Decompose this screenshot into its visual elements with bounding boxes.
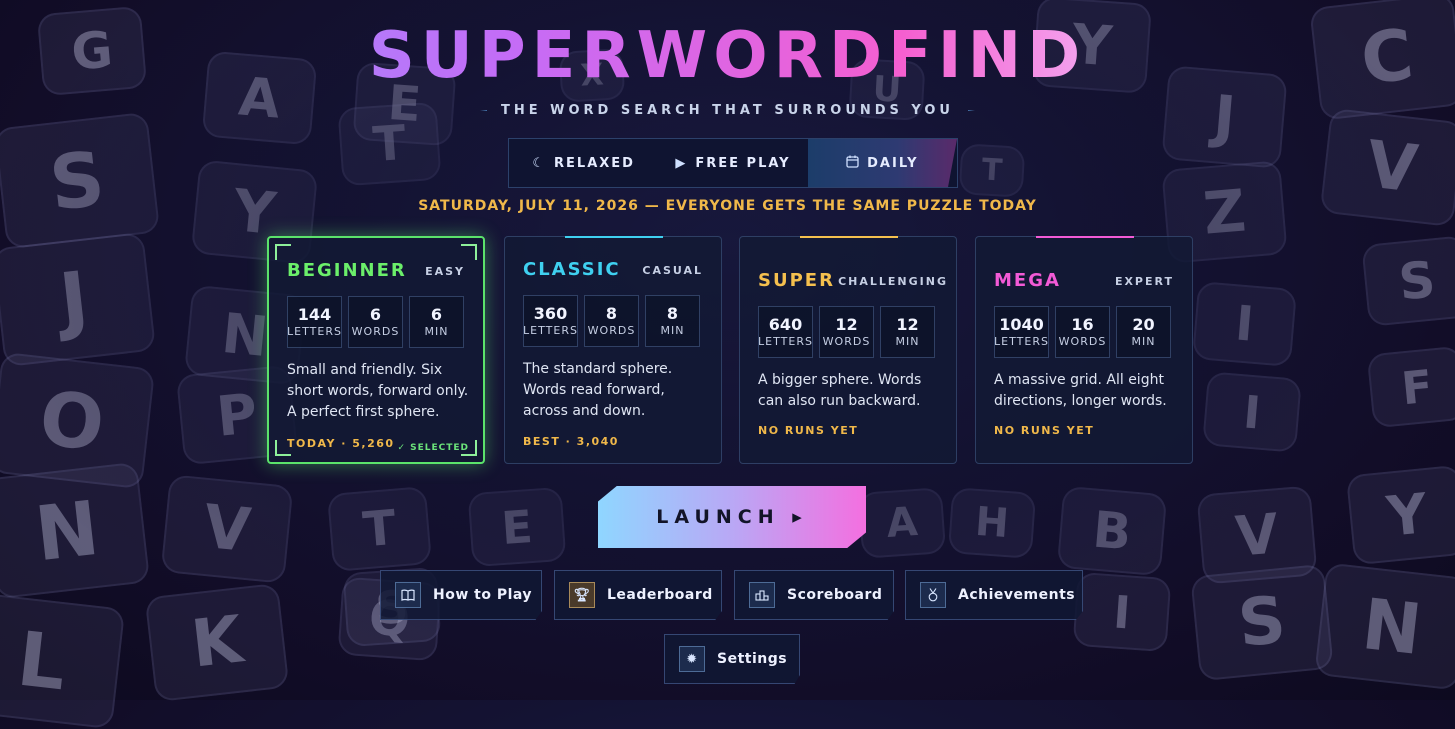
difficulty-description: A bigger sphere. Words can also run back… — [758, 372, 922, 409]
stat-letters: 144 LETTERS — [287, 296, 342, 348]
stat-words: 8 WORDS — [584, 295, 639, 347]
difficulty-tag: CHALLENGING — [838, 275, 948, 288]
medal-icon — [920, 582, 946, 608]
difficulty-stats: 144 LETTERS 6 WORDS 6 MIN — [287, 296, 464, 348]
stat-label: WORDS — [822, 335, 871, 348]
difficulty-description: A massive grid. All eight directions, lo… — [994, 372, 1167, 409]
difficulty-tag: EXPERT — [1114, 275, 1174, 288]
mode-tab-free-play[interactable]: ▶ FREE PLAY — [658, 139, 807, 187]
subtitle-row: THE WORD SEARCH THAT SURROUNDS YOU — [480, 98, 975, 122]
stat-value: 144 — [297, 305, 332, 324]
difficulty-tag: EASY — [425, 265, 465, 278]
scoreboard-button[interactable]: Scoreboard — [734, 570, 894, 620]
mode-tab-daily[interactable]: DAILY — [807, 139, 957, 187]
stat-label: LETTERS — [523, 324, 578, 337]
stat-label: WORDS — [1058, 335, 1107, 348]
difficulty-card-beginner[interactable]: BEGINNER EASY 144 LETTERS 6 WORDS 6 MIN Sma… — [267, 236, 485, 464]
difficulty-tag: CASUAL — [642, 264, 703, 277]
stat-minutes: 6 MIN — [409, 296, 464, 348]
stat-words: 12 WORDS — [819, 306, 874, 358]
difficulty-name: BEGINNER — [287, 260, 407, 281]
daily-date-line: SATURDAY, JULY 11, 2026 — EVERYONE GETS … — [418, 198, 1037, 214]
stat-value: 12 — [896, 315, 919, 334]
stat-value: 12 — [835, 315, 858, 334]
how-to-play-button[interactable]: How to Play — [380, 570, 542, 620]
difficulty-score: TODAY · 5,260 — [287, 437, 395, 450]
stat-letters: 1040 LETTERS — [994, 306, 1049, 358]
card-accent-bar — [565, 236, 663, 238]
subtitle: THE WORD SEARCH THAT SURROUNDS YOU — [501, 102, 954, 118]
stat-words: 16 WORDS — [1055, 306, 1110, 358]
stat-value: 6 — [369, 305, 382, 324]
mode-tab-label: FREE PLAY — [695, 155, 791, 171]
stat-label: LETTERS — [994, 335, 1049, 348]
subtitle-divider-left — [480, 109, 487, 111]
difficulty-card-super[interactable]: SUPER CHALLENGING 640 LETTERS 12 WORDS 12 M… — [739, 236, 957, 464]
corner-bracket — [275, 244, 291, 260]
card-accent-bar — [800, 236, 898, 238]
nav-label: How to Play — [433, 587, 533, 603]
difficulty-score: NO RUNS YET — [758, 424, 859, 437]
mode-tab-relaxed[interactable]: ☾ RELAXED — [509, 139, 658, 187]
difficulty-score: NO RUNS YET — [994, 424, 1095, 437]
launch-button[interactable]: LAUNCH ▸ — [598, 486, 866, 548]
difficulty-score: BEST · 3,040 — [523, 435, 619, 448]
mode-selector: ☾ RELAXED ▶ FREE PLAY DAILY — [508, 138, 958, 188]
stat-label: WORDS — [587, 324, 636, 337]
stat-label: LETTERS — [758, 335, 813, 348]
mode-tab-label: DAILY — [867, 155, 919, 171]
stat-label: MIN — [424, 325, 449, 338]
trophy-icon: 🏆︎ — [569, 582, 595, 608]
leaderboard-button[interactable]: 🏆︎ Leaderboard — [554, 570, 722, 620]
card-accent-bar — [1036, 236, 1134, 238]
subtitle-divider-right — [968, 109, 975, 111]
difficulty-card-mega[interactable]: MEGA EXPERT 1040 LETTERS 16 WORDS 20 MIN A … — [975, 236, 1193, 464]
settings-button[interactable]: ✹ Settings — [664, 634, 800, 684]
nav-label: Leaderboard — [607, 587, 713, 603]
stat-value: 8 — [666, 304, 679, 323]
stat-value: 16 — [1071, 315, 1094, 334]
difficulty-description: Small and friendly. Six short words, for… — [287, 362, 469, 420]
game-title: SUPERWORDFIND — [0, 18, 1455, 94]
stat-value: 8 — [605, 304, 618, 323]
stat-value: 640 — [768, 315, 803, 334]
stat-label: WORDS — [351, 325, 400, 338]
difficulty-name: MEGA — [994, 270, 1061, 291]
difficulty-stats: 1040 LETTERS 16 WORDS 20 MIN — [994, 306, 1171, 358]
stat-value: 6 — [430, 305, 443, 324]
moon-icon: ☾ — [532, 155, 547, 171]
difficulty-stats: 360 LETTERS 8 WORDS 8 MIN — [523, 295, 700, 347]
calendar-icon — [846, 155, 859, 172]
stat-label: LETTERS — [287, 325, 342, 338]
book-icon — [395, 582, 421, 608]
difficulty-name: CLASSIC — [523, 259, 621, 280]
stat-letters: 640 LETTERS — [758, 306, 813, 358]
gear-icon: ✹ — [679, 646, 705, 672]
stat-minutes: 20 MIN — [1116, 306, 1171, 358]
stat-label: MIN — [895, 335, 920, 348]
nav-label: Settings — [717, 651, 788, 667]
achievements-button[interactable]: Achievements — [905, 570, 1083, 620]
stat-label: MIN — [660, 324, 685, 337]
stat-label: MIN — [1131, 335, 1156, 348]
difficulty-name: SUPER — [758, 270, 835, 291]
podium-icon — [749, 582, 775, 608]
mode-tab-label: RELAXED — [554, 155, 635, 171]
stat-value: 360 — [533, 304, 568, 323]
corner-bracket — [461, 244, 477, 260]
play-icon: ▶ — [675, 155, 688, 171]
difficulty-stats: 640 LETTERS 12 WORDS 12 MIN — [758, 306, 935, 358]
stat-minutes: 8 MIN — [645, 295, 700, 347]
difficulty-card-classic[interactable]: CLASSIC CASUAL 360 LETTERS 8 WORDS 8 MIN Th… — [504, 236, 722, 464]
difficulty-description: The standard sphere. Words read forward,… — [523, 361, 673, 419]
stat-minutes: 12 MIN — [880, 306, 935, 358]
nav-label: Scoreboard — [787, 587, 883, 603]
selected-badge: ✓ SELECTED — [397, 443, 469, 453]
stat-value: 20 — [1132, 315, 1155, 334]
stat-letters: 360 LETTERS — [523, 295, 578, 347]
nav-label: Achievements — [958, 587, 1076, 603]
stat-words: 6 WORDS — [348, 296, 403, 348]
stat-value: 1040 — [999, 315, 1044, 334]
